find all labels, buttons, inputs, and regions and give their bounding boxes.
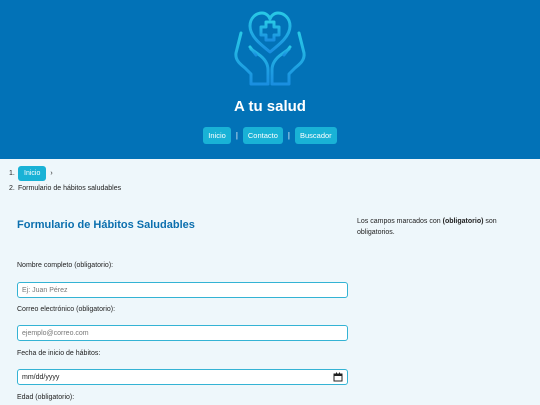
required-note: Los campos marcados con (obligatorio) so… <box>357 216 507 238</box>
breadcrumb-home-link[interactable]: Inicio <box>18 166 47 181</box>
breadcrumb-item: 1. Inicio › <box>9 166 121 181</box>
age-label: Edad (obligatorio): <box>17 394 75 401</box>
breadcrumb-number: 2. <box>9 185 15 192</box>
main-nav: Inicio | Contacto | Buscador <box>0 126 540 144</box>
breadcrumb: 1. Inicio › 2. Formulario de hábitos sal… <box>9 166 121 192</box>
nav-buscador-button[interactable]: Buscador <box>295 126 337 144</box>
nav-separator: | <box>235 130 238 140</box>
breadcrumb-number: 1. <box>9 170 15 177</box>
nav-inicio-button[interactable]: Inicio <box>203 126 231 144</box>
calendar-icon[interactable] <box>333 372 343 382</box>
nav-separator: | <box>287 130 290 140</box>
name-placeholder: Ej: Juan Pérez <box>22 286 68 294</box>
start-date-input[interactable]: mm/dd/yyyy <box>17 369 348 385</box>
email-input[interactable]: ejemplo@correo.com <box>17 325 348 341</box>
required-note-bold: (obligatorio) <box>442 218 484 225</box>
required-note-prefix: Los campos marcados con <box>357 218 443 225</box>
nav-contacto-button[interactable]: Contacto <box>242 126 283 144</box>
name-label: Nombre completo (obligatorio): <box>17 262 114 269</box>
email-label: Correo electrónico (obligatorio): <box>17 306 116 313</box>
site-title: A tu salud <box>234 98 306 115</box>
breadcrumb-item: 2. Formulario de hábitos saludables <box>9 185 121 192</box>
name-input[interactable]: Ej: Juan Pérez <box>17 282 348 298</box>
breadcrumb-current: Formulario de hábitos saludables <box>18 185 122 192</box>
form-title: Formulario de Hábitos Saludables <box>17 219 195 231</box>
email-placeholder: ejemplo@correo.com <box>22 329 89 337</box>
hands-heart-cross-icon <box>234 11 306 86</box>
start-date-value: mm/dd/yyyy <box>22 373 60 381</box>
start-date-label: Fecha de inicio de hábitos: <box>17 350 101 357</box>
site-header: A tu salud Inicio | Contacto | Buscador <box>0 0 540 159</box>
breadcrumb-arrow: › <box>50 170 53 177</box>
